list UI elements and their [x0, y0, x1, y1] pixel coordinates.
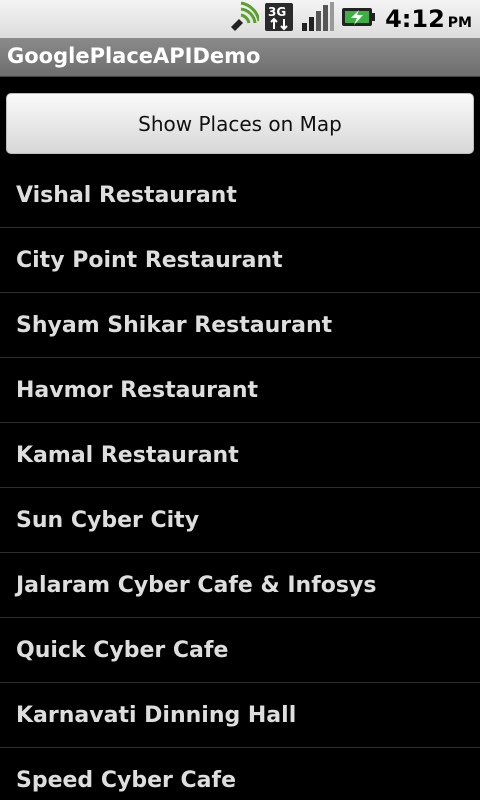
place-name: City Point Restaurant — [16, 247, 283, 273]
list-item[interactable]: Speed Cyber Cafe — [0, 748, 480, 800]
place-name: Kamal Restaurant — [16, 442, 239, 468]
svg-text:3G: 3G — [268, 5, 286, 19]
place-name: Karnavati Dinning Hall — [16, 702, 297, 728]
list-item[interactable]: Quick Cyber Cafe — [0, 618, 480, 683]
show-places-on-map-button[interactable]: Show Places on Map — [6, 93, 474, 154]
clock: 4:12 PM — [385, 5, 472, 33]
clock-ampm: PM — [447, 15, 472, 31]
title-bar: GooglePlaceAPIDemo — [0, 38, 480, 77]
list-item[interactable]: City Point Restaurant — [0, 228, 480, 293]
places-list: Vishal Restaurant City Point Restaurant … — [0, 163, 480, 800]
signal-icon — [301, 1, 335, 37]
place-name: Vishal Restaurant — [16, 182, 237, 208]
battery-charging-icon — [341, 1, 376, 37]
place-name: Havmor Restaurant — [16, 377, 258, 403]
list-item[interactable]: Vishal Restaurant — [0, 163, 480, 228]
status-icons: 3G 4:12 PM — [227, 0, 472, 38]
wifi-sync-icon — [227, 1, 261, 37]
place-name: Speed Cyber Cafe — [16, 767, 236, 793]
status-bar: 3G 4:12 PM — [0, 0, 480, 38]
list-item[interactable]: Karnavati Dinning Hall — [0, 683, 480, 748]
place-name: Quick Cyber Cafe — [16, 637, 229, 663]
list-item[interactable]: Havmor Restaurant — [0, 358, 480, 423]
app-title: GooglePlaceAPIDemo — [7, 44, 261, 68]
place-name: Jalaram Cyber Cafe & Infosys — [16, 572, 377, 598]
app-screen: 3G 4:12 PM GooglePlaceAPIDemo Show Place… — [0, 0, 480, 800]
place-name: Shyam Shikar Restaurant — [16, 312, 333, 338]
list-item[interactable]: Jalaram Cyber Cafe & Infosys — [0, 553, 480, 618]
list-item[interactable]: Shyam Shikar Restaurant — [0, 293, 480, 358]
list-item[interactable]: Kamal Restaurant — [0, 423, 480, 488]
list-item[interactable]: Sun Cyber City — [0, 488, 480, 553]
place-name: Sun Cyber City — [16, 507, 200, 533]
3g-data-icon: 3G — [265, 1, 295, 37]
clock-time: 4:12 — [385, 5, 445, 33]
